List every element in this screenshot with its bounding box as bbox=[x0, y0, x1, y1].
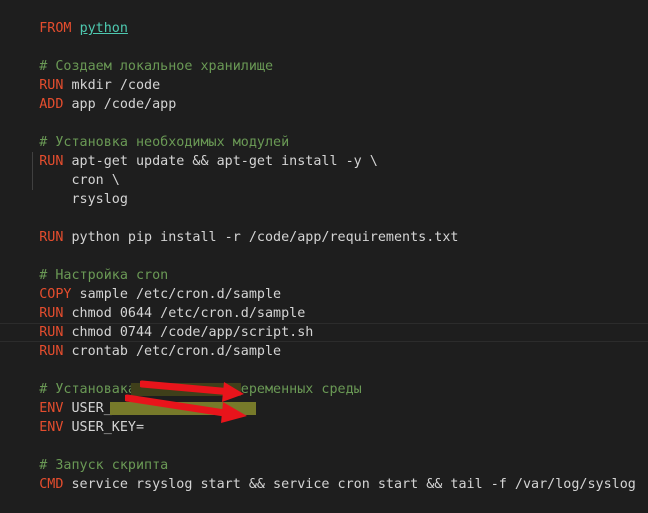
image-name[interactable]: python bbox=[80, 21, 128, 36]
keyword: RUN bbox=[39, 344, 64, 359]
keyword: RUN bbox=[39, 230, 64, 245]
code-line-run[interactable]: RUN crontab /etc/cron.d/sample bbox=[7, 323, 281, 359]
code-line-copy[interactable]: COPY sample /etc/cron.d/sample bbox=[7, 266, 281, 302]
code-line-comment[interactable]: # Установка необходимых модулей bbox=[7, 114, 289, 150]
code-line-comment[interactable]: # Настройка cron bbox=[7, 247, 168, 283]
keyword: CMD bbox=[39, 477, 64, 492]
code-text: app /code/app bbox=[63, 97, 177, 112]
code-text: rsyslog bbox=[39, 192, 128, 207]
code-line-from[interactable]: FROM python bbox=[7, 0, 128, 36]
code-text: python pip install -r /code/app/requirem… bbox=[63, 230, 459, 245]
code-line-comment[interactable]: # Создаем локальное хранилище bbox=[7, 38, 273, 74]
code-editor[interactable]: FROM python # Создаем локальное хранилищ… bbox=[0, 0, 648, 492]
code-line-run[interactable]: RUN python pip install -r /code/app/requ… bbox=[7, 209, 458, 245]
red-arrow-icon bbox=[125, 394, 247, 423]
keyword: ADD bbox=[39, 97, 64, 112]
keyword: ENV bbox=[39, 420, 64, 435]
code-line-run[interactable]: RUN chmod 0644 /etc/cron.d/sample bbox=[7, 285, 305, 321]
code-line-cmd[interactable]: CMD service rsyslog start && service cro… bbox=[7, 456, 636, 492]
code-line-run[interactable]: RUN apt-get update && apt-get install -y… bbox=[7, 133, 378, 169]
code-line-comment[interactable]: # Запуск скрипта bbox=[7, 437, 168, 473]
code-text: crontab /etc/cron.d/sample bbox=[63, 344, 282, 359]
code-text: service rsyslog start && service cron st… bbox=[63, 477, 636, 492]
code-line-run[interactable]: RUN mkdir /code bbox=[7, 57, 160, 93]
code-line-continuation[interactable]: cron \ bbox=[7, 152, 119, 188]
code-line-run[interactable]: RUN chmod 0744 /code/app/script.sh bbox=[7, 304, 313, 340]
code-line-add[interactable]: ADD app /code/app bbox=[7, 76, 176, 112]
code-line-continuation[interactable]: rsyslog bbox=[7, 171, 127, 207]
keyword: FROM bbox=[39, 21, 72, 36]
